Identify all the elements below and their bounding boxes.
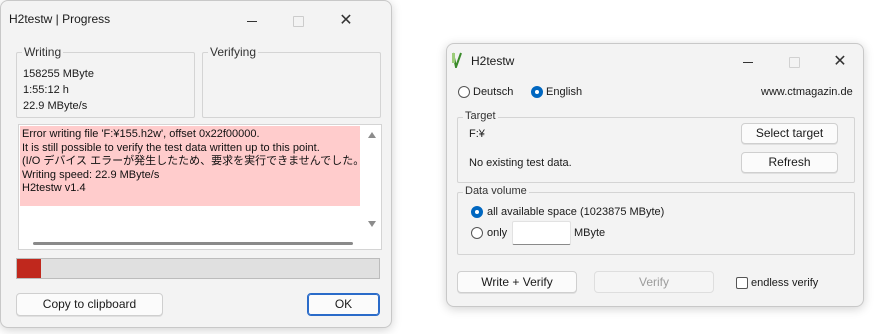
- main-window: H2testw ✕ Deutsch English www.ctmagazin.…: [446, 43, 864, 307]
- writing-time: 1:55:12 h: [23, 84, 69, 96]
- log-line: Writing speed: 22.9 MByte/s: [22, 168, 160, 181]
- target-drive: F:¥: [469, 128, 485, 140]
- website-link[interactable]: www.ctmagazin.de: [761, 86, 853, 98]
- log-line: It is still possible to verify the test …: [22, 141, 320, 154]
- verifying-group-label: Verifying: [208, 45, 259, 59]
- close-icon[interactable]: ✕: [323, 7, 369, 35]
- endless-verify-label[interactable]: endless verify: [751, 277, 818, 289]
- progress-titlebar[interactable]: H2testw | Progress ✕: [1, 1, 391, 39]
- writing-size: 158255 MByte: [23, 68, 94, 80]
- progress-bar: [16, 258, 380, 279]
- english-radio[interactable]: [531, 86, 543, 98]
- horizontal-scroll-thumb[interactable]: [33, 242, 353, 245]
- verify-button[interactable]: Verify: [594, 271, 714, 293]
- only-radio[interactable]: [471, 227, 483, 239]
- close-icon[interactable]: ✕: [817, 48, 863, 76]
- vertical-scrollbar[interactable]: [364, 125, 381, 232]
- main-titlebar[interactable]: H2testw ✕: [447, 44, 863, 78]
- scroll-up-arrow-icon[interactable]: [368, 132, 376, 138]
- only-mbyte-input[interactable]: [512, 221, 571, 245]
- h2testw-app-icon: [452, 52, 462, 68]
- deutsch-radio[interactable]: [458, 86, 470, 98]
- minimize-icon[interactable]: [229, 7, 275, 35]
- progress-window: H2testw | Progress ✕ Writing 158255 MByt…: [0, 0, 392, 328]
- log-line: (I/O デバイス エラーが発生したため、要求を実行できませんでした。Code: [22, 155, 360, 167]
- scroll-down-arrow-icon[interactable]: [368, 221, 376, 227]
- log-line: Error writing file 'F:¥155.h2w', offset …: [22, 128, 260, 140]
- log-line: H2testw v1.4: [22, 182, 86, 194]
- log-textbox[interactable]: Error writing file 'F:¥155.h2w', offset …: [18, 124, 382, 250]
- writing-group-label: Writing: [22, 45, 64, 59]
- only-label[interactable]: only: [487, 227, 507, 239]
- write-verify-button[interactable]: Write + Verify: [457, 271, 577, 293]
- english-label[interactable]: English: [546, 86, 582, 98]
- horizontal-scrollbar[interactable]: [19, 232, 364, 249]
- select-target-button[interactable]: Select target: [741, 123, 838, 144]
- refresh-button[interactable]: Refresh: [741, 152, 838, 173]
- maximize-icon[interactable]: [275, 7, 321, 35]
- progress-window-title: H2testw | Progress: [9, 12, 111, 26]
- copy-to-clipboard-button[interactable]: Copy to clipboard: [16, 293, 163, 316]
- writing-speed: 22.9 MByte/s: [23, 100, 88, 112]
- all-space-radio[interactable]: [471, 206, 483, 218]
- ok-button[interactable]: OK: [307, 293, 380, 316]
- all-space-label[interactable]: all available space (1023875 MByte): [487, 206, 664, 218]
- minimize-icon[interactable]: [725, 48, 771, 76]
- maximize-icon[interactable]: [771, 48, 817, 76]
- target-group-label: Target: [463, 110, 498, 122]
- data-volume-group-label: Data volume: [463, 185, 529, 197]
- verifying-group: [202, 52, 381, 118]
- log-highlight: Error writing file 'F:¥155.h2w', offset …: [20, 126, 360, 206]
- progress-bar-fill: [17, 259, 41, 278]
- deutsch-label[interactable]: Deutsch: [473, 86, 513, 98]
- mbyte-unit-label: MByte: [574, 227, 606, 239]
- main-window-title: H2testw: [471, 54, 515, 68]
- endless-verify-checkbox[interactable]: [736, 277, 748, 289]
- target-status: No existing test data.: [469, 157, 572, 169]
